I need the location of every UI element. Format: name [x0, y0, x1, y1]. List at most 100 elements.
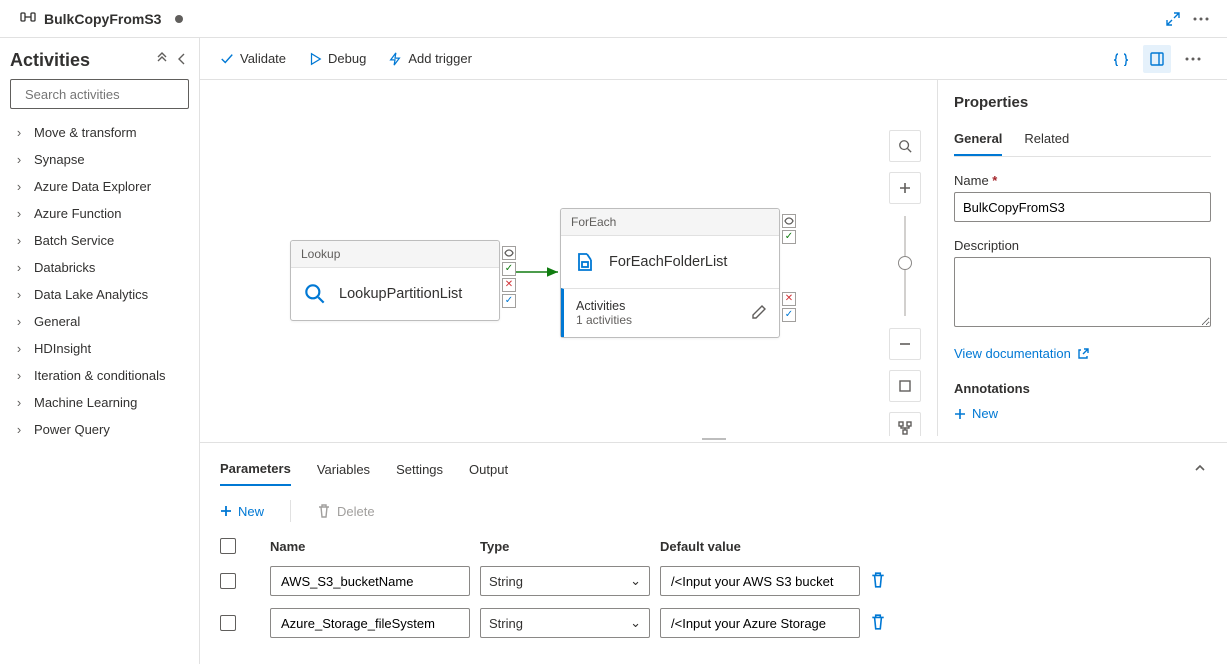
param-name-input[interactable] [279, 609, 461, 637]
node-type-label: ForEach [561, 209, 779, 236]
properties-toggle-button[interactable] [1143, 45, 1171, 73]
tree-item[interactable]: ›Move & transform [10, 119, 189, 146]
chevron-right-icon: › [12, 206, 26, 221]
tree-item[interactable]: ›General [10, 308, 189, 335]
tab-output[interactable]: Output [469, 454, 508, 485]
parameters-grid: Name Type Default value String⌄ [220, 532, 1207, 644]
activities-sidebar: Activities ›Move & transform ›Synapse ›A… [0, 38, 200, 664]
tree-item[interactable]: ›HDInsight [10, 335, 189, 362]
name-input[interactable] [954, 192, 1211, 222]
lookup-icon [301, 280, 329, 308]
param-name-input[interactable] [279, 567, 461, 595]
port-failure[interactable]: ✕ [782, 292, 796, 306]
pipeline-canvas[interactable]: Lookup LookupPartitionList ✓ ✕ ✓ [200, 80, 937, 436]
tree-item[interactable]: ›Power Query [10, 416, 189, 443]
expand-icon[interactable] [1159, 5, 1187, 33]
collapse-panel-icon[interactable] [175, 52, 189, 69]
tree-item[interactable]: ›Azure Data Explorer [10, 173, 189, 200]
node-type-label: Lookup [291, 241, 499, 268]
add-annotation-button[interactable]: New [954, 406, 1211, 421]
properties-title: Properties [954, 94, 1211, 111]
tab-bar: BulkCopyFromS3 [0, 0, 1227, 38]
node-title: LookupPartitionList [339, 286, 462, 302]
tab-general[interactable]: General [954, 123, 1002, 156]
chevron-right-icon: › [12, 422, 26, 437]
code-view-button[interactable] [1107, 45, 1135, 73]
chevron-right-icon: › [12, 395, 26, 410]
foreach-icon [571, 248, 599, 276]
port-completion[interactable]: ✓ [502, 294, 516, 308]
foreach-activity-node[interactable]: ForEach ForEachFolderList Activities [560, 208, 780, 338]
inner-activities-row[interactable]: Activities 1 activities [561, 288, 779, 337]
chevron-down-icon: ⌄ [630, 573, 641, 589]
debug-button[interactable]: Debug [308, 51, 366, 66]
port-success[interactable]: ✓ [502, 262, 516, 276]
add-trigger-button[interactable]: Add trigger [388, 51, 472, 66]
param-type-select[interactable]: String⌄ [480, 566, 650, 596]
parameter-row: String⌄ [220, 602, 1207, 644]
activity-tree: ›Move & transform ›Synapse ›Azure Data E… [10, 119, 189, 443]
tree-item[interactable]: ›Iteration & conditionals [10, 362, 189, 389]
row-checkbox[interactable] [220, 573, 236, 589]
zoom-in-button[interactable] [889, 172, 921, 204]
tree-item[interactable]: ›Data Lake Analytics [10, 281, 189, 308]
search-activities-input[interactable] [10, 79, 189, 109]
tree-item[interactable]: ›Synapse [10, 146, 189, 173]
bottom-panel: Parameters Variables Settings Output New [200, 442, 1227, 664]
delete-row-icon[interactable] [870, 572, 910, 591]
connector-arrow [516, 266, 566, 278]
tab-settings[interactable]: Settings [396, 454, 443, 485]
activities-label: Activities [576, 299, 632, 313]
select-all-checkbox[interactable] [220, 538, 236, 554]
search-canvas-button[interactable] [889, 130, 921, 162]
zoom-slider[interactable] [904, 216, 906, 316]
row-checkbox[interactable] [220, 615, 236, 631]
new-parameter-button[interactable]: New [220, 504, 264, 519]
pipeline-tab[interactable]: BulkCopyFromS3 [12, 5, 191, 32]
param-type-select[interactable]: String⌄ [480, 608, 650, 638]
name-label: Name [954, 173, 1211, 188]
chevron-down-icon: ⌄ [630, 615, 641, 631]
tree-item[interactable]: ›Machine Learning [10, 389, 189, 416]
search-activities-field[interactable] [23, 86, 203, 103]
tab-related[interactable]: Related [1024, 123, 1069, 156]
canvas-toolbar: Validate Debug Add trigger [200, 38, 1227, 80]
delete-row-icon[interactable] [870, 614, 910, 633]
chevron-right-icon: › [12, 287, 26, 302]
edit-activities-icon[interactable] [751, 304, 767, 323]
collapse-all-icon[interactable] [155, 52, 169, 69]
tree-item[interactable]: ›Azure Function [10, 200, 189, 227]
param-default-input[interactable] [669, 567, 851, 595]
delete-parameter-button[interactable]: Delete [317, 504, 375, 519]
tree-item[interactable]: ›Databricks [10, 254, 189, 281]
tab-parameters[interactable]: Parameters [220, 453, 291, 486]
validate-button[interactable]: Validate [220, 51, 286, 66]
sidebar-title: Activities [10, 50, 90, 71]
tree-item[interactable]: ›Batch Service [10, 227, 189, 254]
collapse-panel-button[interactable] [1193, 461, 1207, 478]
layout-button[interactable] [889, 412, 921, 436]
view-documentation-link[interactable]: View documentation [954, 346, 1089, 361]
port-success[interactable]: ✓ [782, 230, 796, 244]
port-skip[interactable] [782, 214, 796, 228]
unsaved-indicator-icon [175, 15, 183, 23]
fit-to-screen-button[interactable] [889, 370, 921, 402]
separator [290, 500, 291, 522]
activities-count: 1 activities [576, 313, 632, 327]
chevron-right-icon: › [12, 260, 26, 275]
port-skip[interactable] [502, 246, 516, 260]
zoom-slider-handle[interactable] [898, 256, 912, 270]
lookup-activity-node[interactable]: Lookup LookupPartitionList [290, 240, 500, 321]
chevron-right-icon: › [12, 125, 26, 140]
chevron-right-icon: › [12, 233, 26, 248]
param-default-input[interactable] [669, 609, 851, 637]
port-completion[interactable]: ✓ [782, 308, 796, 322]
zoom-out-button[interactable] [889, 328, 921, 360]
chevron-right-icon: › [12, 179, 26, 194]
toolbar-more-icon[interactable] [1179, 45, 1207, 73]
tab-title: BulkCopyFromS3 [44, 11, 161, 27]
tab-variables[interactable]: Variables [317, 454, 370, 485]
port-failure[interactable]: ✕ [502, 278, 516, 292]
description-input[interactable] [954, 257, 1211, 327]
more-icon[interactable] [1187, 5, 1215, 33]
